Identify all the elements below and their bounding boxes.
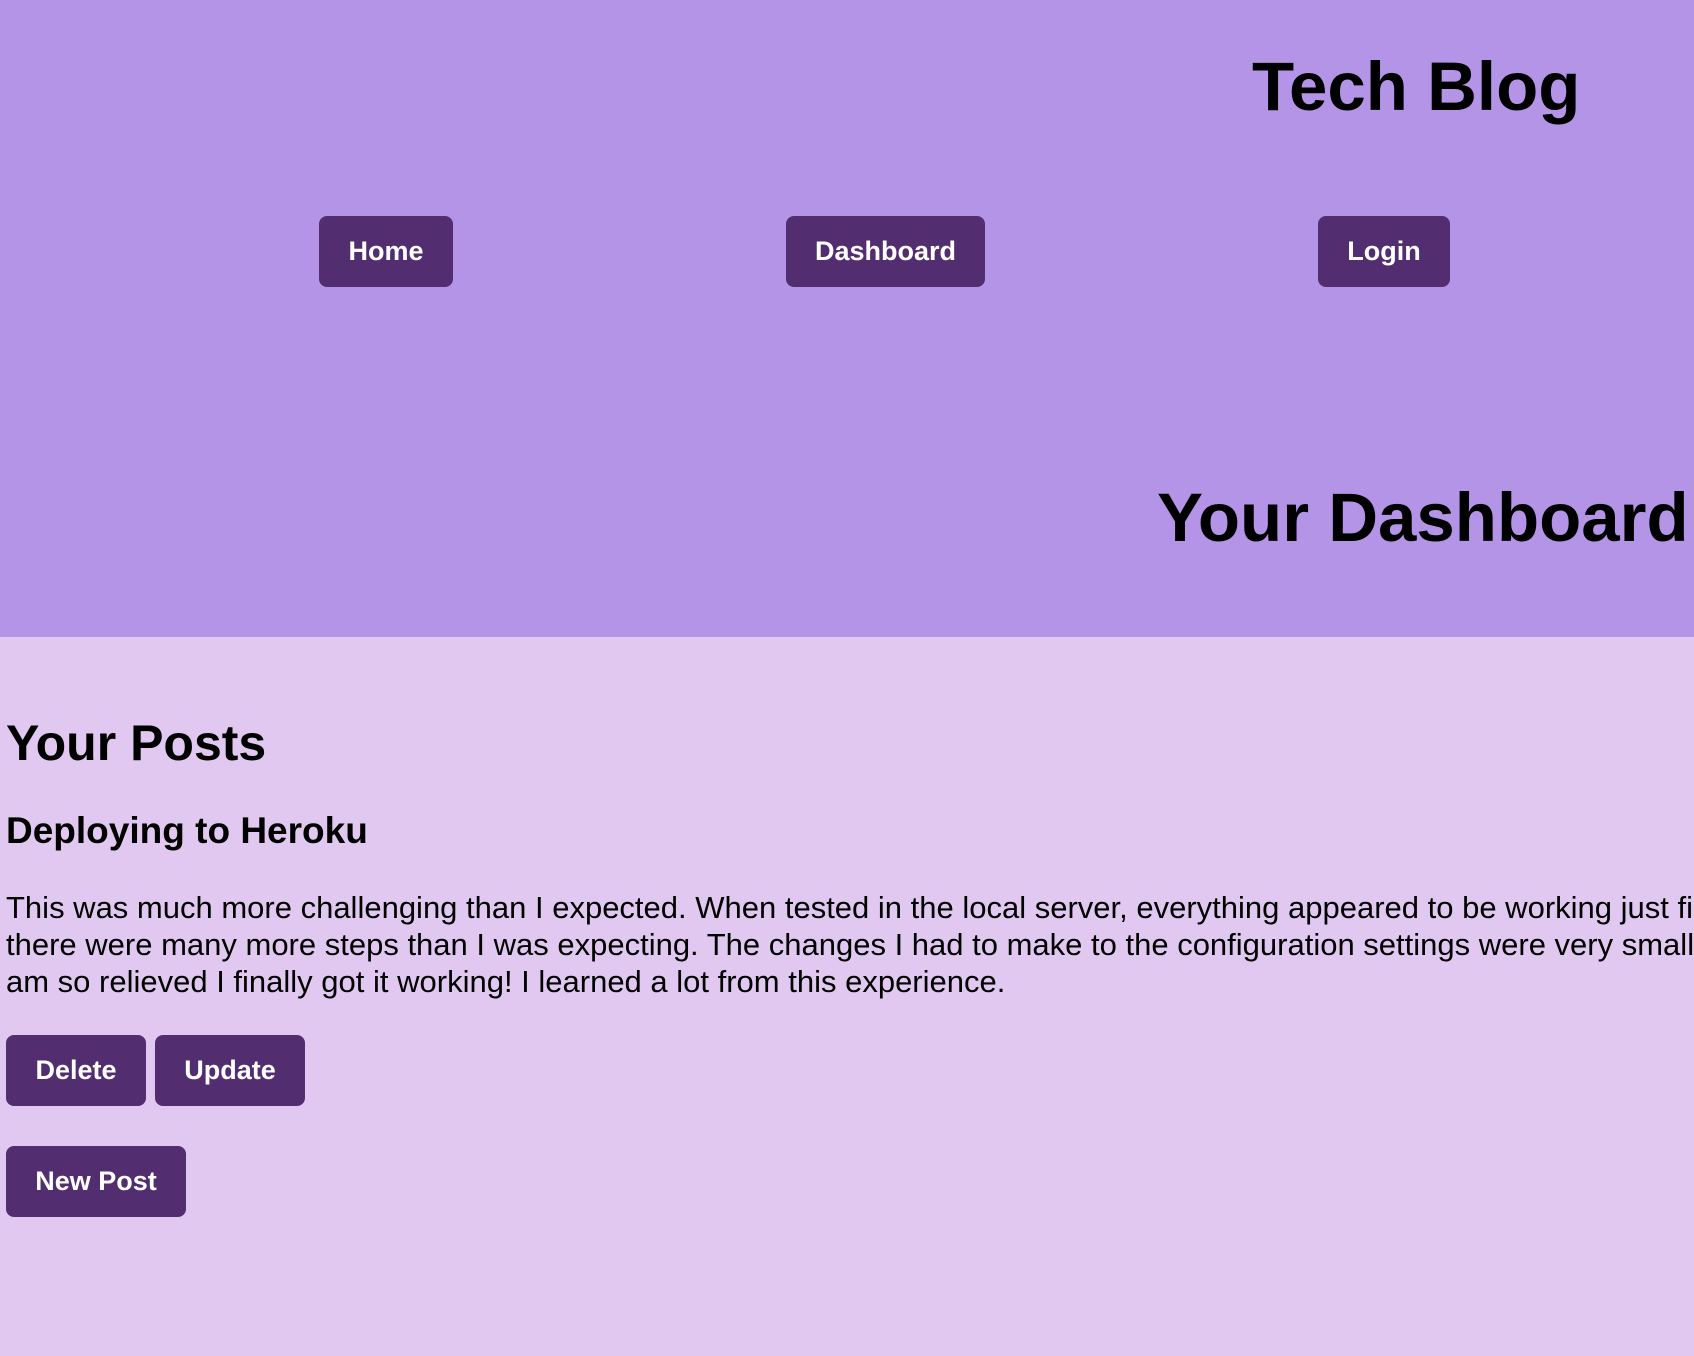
post-title: Deploying to Heroku: [6, 810, 368, 851]
post-body: This was much more challenging than I ex…: [6, 890, 1694, 999]
dashboard-main: Your Posts Deploying to Heroku This was …: [0, 637, 1694, 1356]
nav-login-button[interactable]: Login: [1318, 216, 1450, 287]
update-post-button[interactable]: Update: [155, 1035, 305, 1106]
nav-home-button[interactable]: Home: [319, 216, 453, 287]
site-header: Tech Blog Home Dashboard Login Your Dash…: [0, 0, 1694, 637]
delete-post-button[interactable]: Delete: [6, 1035, 146, 1106]
site-title: Tech Blog: [1252, 48, 1581, 125]
nav-dashboard-button[interactable]: Dashboard: [786, 216, 985, 287]
posts-section-title: Your Posts: [6, 715, 267, 771]
new-post-button[interactable]: New Post: [6, 1146, 186, 1217]
page-title: Your Dashboard: [1157, 479, 1689, 556]
